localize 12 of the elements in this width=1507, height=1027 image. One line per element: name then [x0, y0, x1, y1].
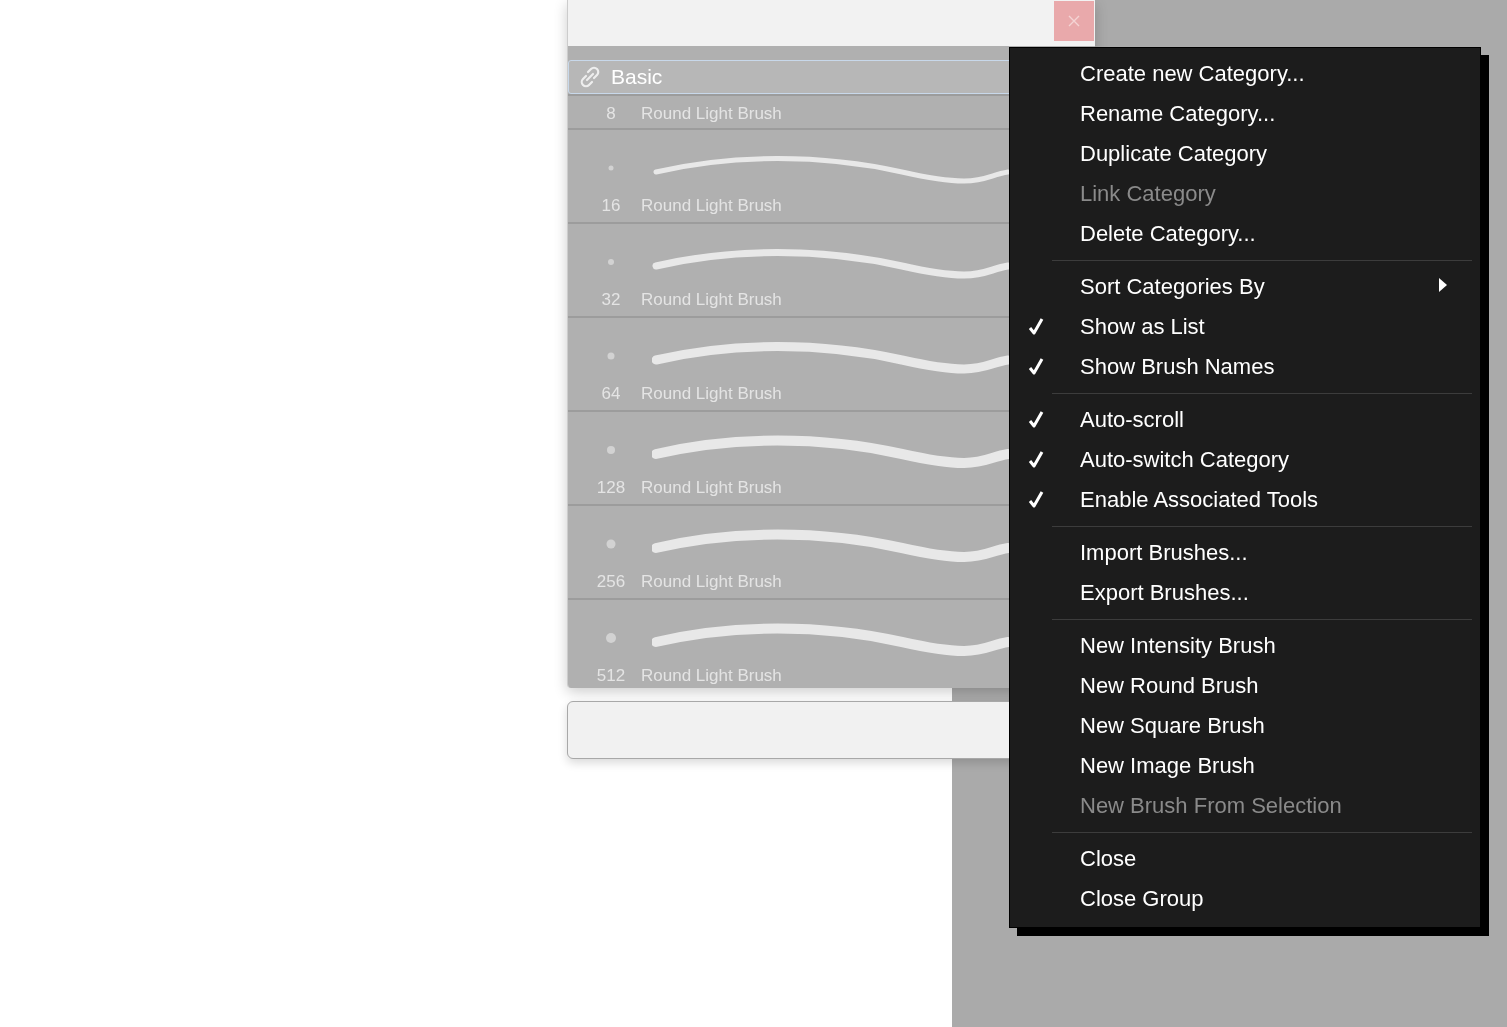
menu-item[interactable]: New Square Brush	[1010, 706, 1480, 746]
brush-tip-icon	[604, 537, 618, 551]
menu-item[interactable]: Close	[1010, 839, 1480, 879]
category-name: Basic	[611, 65, 663, 89]
close-icon	[1068, 15, 1080, 27]
brush-tip-icon	[604, 443, 618, 457]
menu-item[interactable]: New Intensity Brush	[1010, 626, 1480, 666]
menu-item[interactable]: New Round Brush	[1010, 666, 1480, 706]
menu-item[interactable]: New Image Brush	[1010, 746, 1480, 786]
menu-item[interactable]: Close Group	[1010, 879, 1480, 919]
brush-tip-icon	[604, 631, 618, 645]
submenu-arrow-icon	[1438, 278, 1448, 292]
